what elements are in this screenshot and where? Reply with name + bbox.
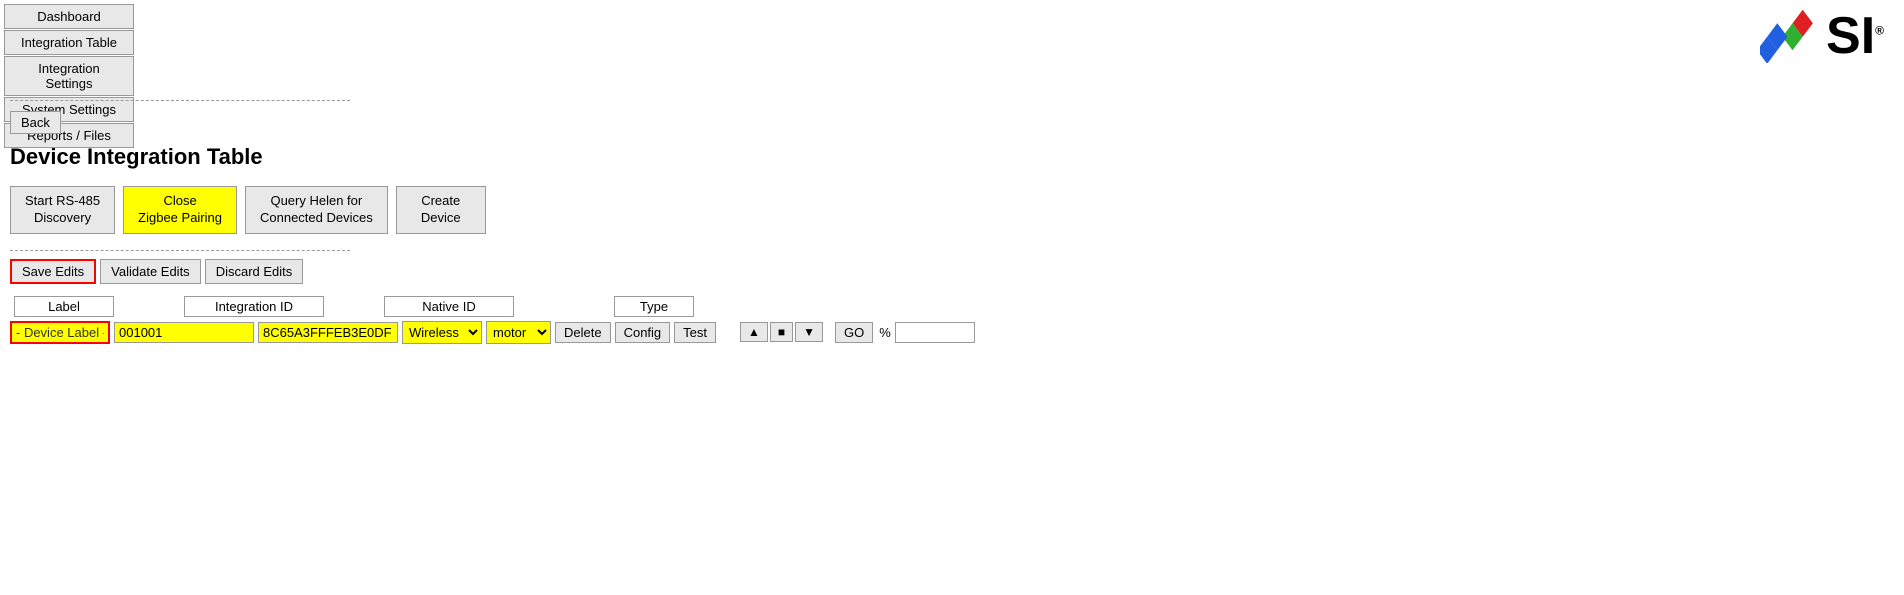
validate-edits-btn[interactable]: Validate Edits [100, 259, 201, 284]
go-button[interactable]: GO [835, 322, 873, 343]
col-integration-id: Integration ID [184, 296, 324, 317]
discard-edits-btn[interactable]: Discard Edits [205, 259, 304, 284]
back-button[interactable]: Back [10, 111, 61, 134]
action-buttons-row: Start RS-485 DiscoveryClose Zigbee Pairi… [10, 186, 1894, 234]
logo-diamonds-svg [1760, 8, 1820, 63]
arrow-buttons: ▲■▼ [740, 322, 823, 342]
col-label: Label [14, 296, 114, 317]
query-helen-btn[interactable]: Query Helen for Connected Devices [245, 186, 388, 234]
mid-divider [10, 250, 350, 251]
delete-btn[interactable]: Delete [555, 322, 611, 343]
type-select[interactable]: WirelessWired [402, 321, 482, 344]
nav-integration-settings[interactable]: Integration Settings [4, 56, 134, 96]
native-id-input[interactable] [258, 322, 398, 343]
save-edits-btn[interactable]: Save Edits [10, 259, 96, 284]
config-btn[interactable]: Config [615, 322, 671, 343]
logo-text: SI® [1826, 10, 1884, 62]
col-type: Type [614, 296, 694, 317]
main-content: Back Device Integration Table Start RS-485… [10, 100, 1894, 344]
up-arrow-btn[interactable]: ▲ [740, 322, 768, 342]
nav-dashboard[interactable]: Dashboard [4, 4, 134, 29]
motor-select[interactable]: motorlightsensor [486, 321, 551, 344]
column-headers: Label Integration ID Native ID Type [10, 296, 1894, 317]
table-row: WirelessWiredmotorlightsensorDeleteConfi… [10, 321, 1894, 344]
label-input[interactable] [10, 321, 110, 344]
page-title: Device Integration Table [10, 144, 1894, 170]
integration-id-input[interactable] [114, 322, 254, 343]
col-native-id: Native ID [384, 296, 514, 317]
close-zigbee-btn[interactable]: Close Zigbee Pairing [123, 186, 237, 234]
nav-integration-table[interactable]: Integration Table [4, 30, 134, 55]
create-device-btn[interactable]: Create Device [396, 186, 486, 234]
logo-area: SI® [1760, 8, 1884, 63]
top-divider [10, 100, 350, 101]
test-btn[interactable]: Test [674, 322, 716, 343]
down-arrow-btn[interactable]: ▼ [795, 322, 823, 342]
percent-input[interactable] [895, 322, 975, 343]
percent-label: % [879, 325, 891, 340]
edit-buttons-row: Save EditsValidate EditsDiscard Edits [10, 259, 1894, 284]
stop-btn[interactable]: ■ [770, 322, 793, 342]
start-rs485-btn[interactable]: Start RS-485 Discovery [10, 186, 115, 234]
